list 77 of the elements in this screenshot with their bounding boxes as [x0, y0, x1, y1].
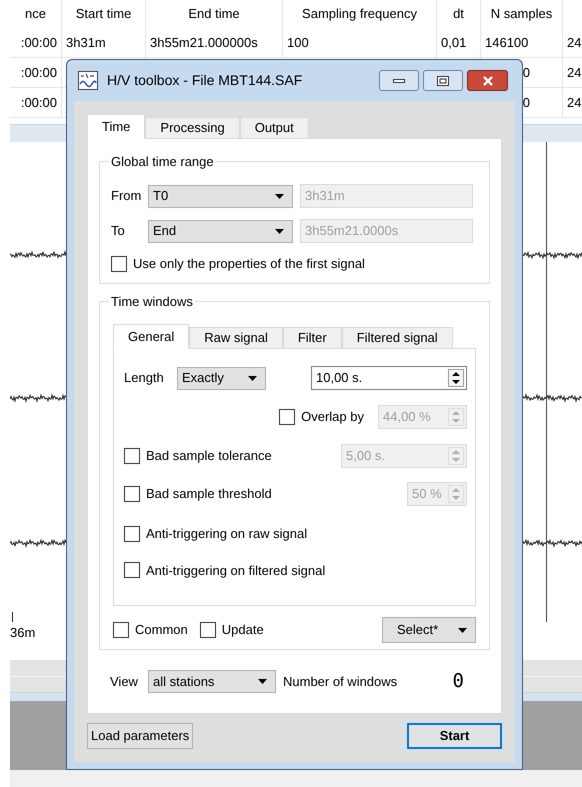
table-cell-text: 24: [567, 94, 582, 112]
checkbox[interactable]: [124, 562, 140, 578]
signal-trace: [522, 250, 582, 260]
dropdown-arrow-icon: [248, 376, 257, 380]
checkbox-label: Common: [135, 621, 188, 640]
close-button[interactable]: [467, 70, 508, 91]
column-header[interactable]: N samples: [490, 4, 552, 24]
field-label: To: [111, 222, 126, 240]
signal-trace: [10, 250, 66, 260]
table-cell-text: 24: [567, 64, 582, 82]
axis-label: 36m: [10, 624, 36, 642]
tab[interactable]: Filtered signal: [342, 327, 453, 349]
checkbox-label: Anti-triggering on filtered signal: [146, 562, 326, 580]
start-button[interactable]: Start: [407, 723, 502, 749]
select-button[interactable]: Select*: [382, 617, 476, 643]
signal-trace: [10, 538, 66, 548]
text-field: 3h31m: [300, 184, 473, 208]
tab[interactable]: Time: [87, 114, 146, 139]
column-header[interactable]: Sampling frequency: [302, 4, 417, 24]
field-label: Number of windows: [283, 672, 398, 691]
text-field: 3h55m21.0000s: [300, 219, 473, 243]
load-parameters-button[interactable]: Load parameters: [87, 723, 194, 749]
table-cell-text: 0: [522, 94, 530, 112]
checkbox-label: Bad sample tolerance: [146, 447, 272, 466]
column-header[interactable]: nce: [25, 4, 46, 24]
checkbox-label: Use only the properties of the first signal: [133, 255, 365, 273]
table-cell-text: 100: [287, 34, 309, 52]
spin-box: 50 %: [407, 482, 467, 506]
window-count-display: 0: [452, 672, 464, 691]
table-cell-text: 0,01: [441, 34, 466, 52]
signal-trace: [10, 393, 66, 403]
maximize-icon: [437, 76, 449, 86]
checkbox[interactable]: [200, 622, 216, 638]
tab[interactable]: Processing: [145, 117, 240, 139]
checkbox[interactable]: [111, 256, 127, 272]
spin-arrows-icon[interactable]: [448, 369, 464, 387]
checkbox-label: Update: [222, 621, 264, 640]
dropdown-arrow-icon: [275, 228, 284, 234]
maximize-button[interactable]: [423, 70, 463, 91]
field-label: View: [110, 672, 139, 691]
minimize-button[interactable]: [379, 70, 419, 91]
table-cell-text: 24: [567, 34, 582, 52]
table-cell-text: :00:00: [20, 64, 57, 82]
checkbox-label: Bad sample threshold: [146, 485, 272, 504]
table-cell-text: 3h31m: [66, 34, 106, 52]
spin-box: 5,00 s.: [341, 444, 467, 468]
spin-box: 44,00 %: [378, 405, 467, 429]
column-header[interactable]: Start time: [76, 4, 132, 24]
field-label: From: [111, 187, 142, 206]
app-icon: [78, 71, 98, 90]
table-cell-text: 146100: [485, 34, 528, 52]
tab[interactable]: Filter: [282, 327, 342, 349]
dropdown-arrow-icon: [275, 194, 284, 198]
close-icon: [482, 76, 494, 86]
dropdown[interactable]: Exactly: [177, 366, 266, 390]
checkbox[interactable]: [113, 622, 129, 638]
tab[interactable]: General: [113, 324, 190, 349]
table-cell-text: :00:00: [20, 34, 57, 52]
dropdown-arrow-icon: [258, 679, 267, 684]
table-cell-text: :00:00: [20, 94, 57, 112]
tab[interactable]: Output: [240, 117, 309, 139]
signal-trace: [522, 538, 582, 548]
table-cell-text: 3h55m21.000000s: [150, 34, 258, 52]
checkbox-label: Overlap by: [301, 408, 364, 426]
field-label: Length: [124, 369, 165, 388]
checkbox[interactable]: [124, 526, 140, 542]
column-header[interactable]: dt: [453, 4, 464, 24]
spin-box[interactable]: 10,00 s.: [311, 366, 467, 390]
checkbox-label: Anti-triggering on raw signal: [146, 525, 308, 543]
signal-trace: [522, 393, 582, 403]
window-title: H/V toolbox - File MBT144.SAF: [107, 71, 302, 90]
column-header[interactable]: End time: [188, 4, 240, 24]
dropdown-arrow-icon: [458, 628, 467, 632]
minimize-icon: [393, 78, 405, 82]
tab[interactable]: Raw signal: [189, 327, 283, 349]
dropdown[interactable]: all stations: [148, 670, 276, 693]
table-cell-text: 0: [522, 64, 530, 82]
